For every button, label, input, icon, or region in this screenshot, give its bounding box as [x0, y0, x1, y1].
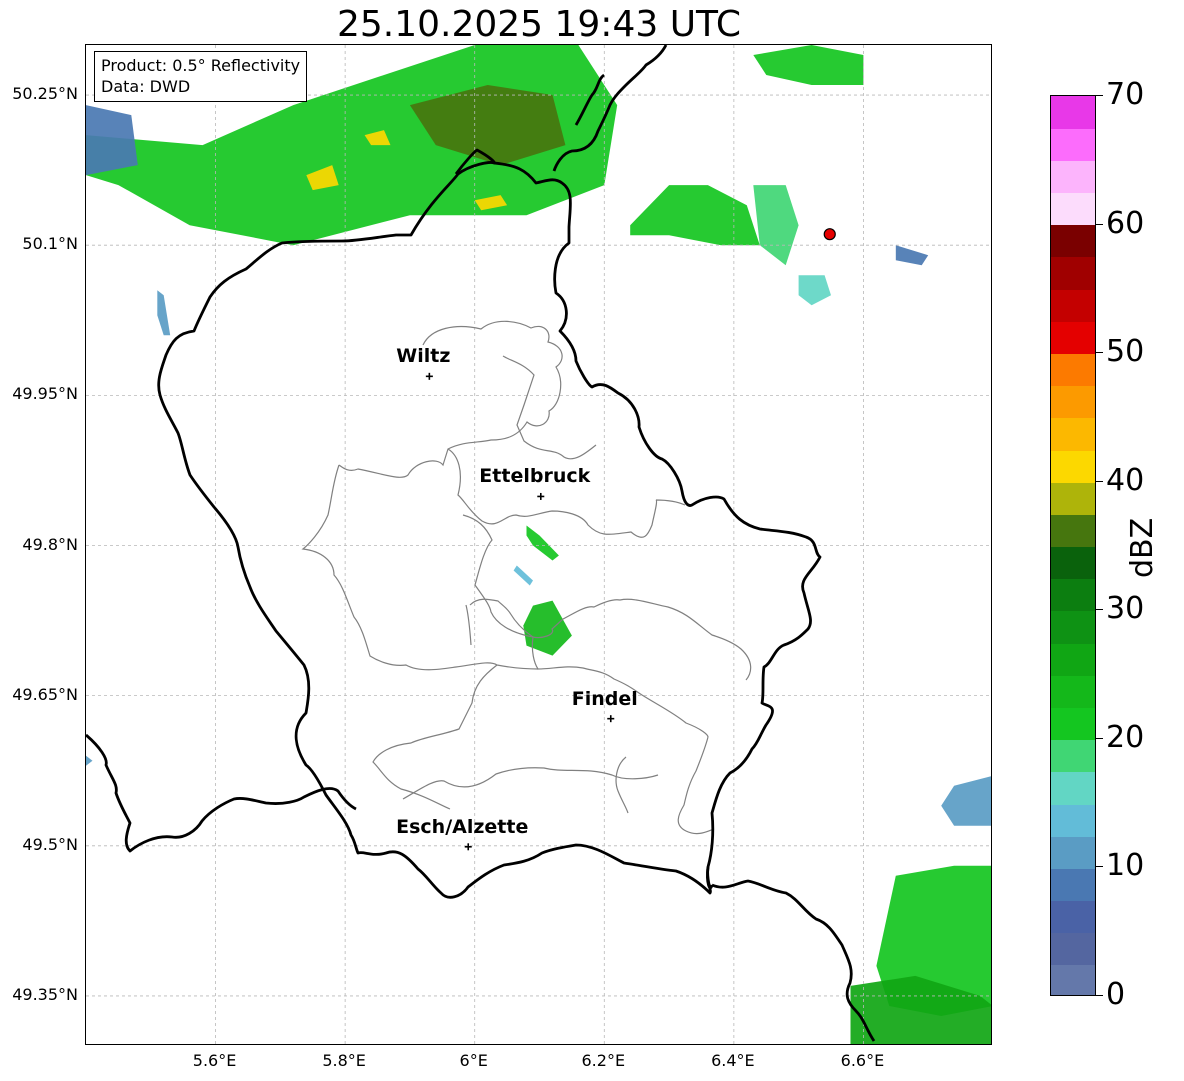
reflectivity-area	[798, 275, 831, 306]
city-label: Ettelbruck	[479, 465, 591, 488]
dbz-colorbar	[1050, 95, 1096, 996]
latitude-tick-label: 49.5°N	[22, 834, 78, 854]
colorbar-segment	[1051, 610, 1095, 644]
france-border	[86, 733, 357, 853]
colorbar-tick-mark	[1096, 995, 1103, 996]
reflectivity-layer	[86, 45, 991, 1044]
city-label: Esch/Alzette	[396, 815, 529, 838]
reflectivity-area	[753, 185, 799, 266]
longitude-tick-label: 6.6°E	[840, 1051, 885, 1070]
longitude-tick-label: 5.6°E	[192, 1051, 237, 1070]
colorbar-segment	[1051, 321, 1095, 355]
latitude-tick-label: 49.8°N	[22, 534, 78, 554]
city-label: Findel	[571, 687, 638, 710]
longitude-tick-label: 5.8°E	[322, 1051, 366, 1070]
latitude-tick-label: 49.35°N	[12, 984, 78, 1004]
colorbar-tick-label: 70	[1106, 77, 1145, 112]
reflectivity-area	[895, 245, 929, 266]
colorbar-tick-label: 40	[1106, 462, 1145, 498]
reflectivity-area	[526, 525, 559, 561]
colorbar-tick-label: 50	[1106, 334, 1145, 370]
colorbar-segment	[1051, 256, 1095, 290]
colorbar-tick-label: 0	[1106, 977, 1126, 1012]
canton-boundary	[469, 598, 534, 638]
longitude-tick-label: 6.2°E	[581, 1051, 626, 1070]
longitude-tick-label: 6.4°E	[711, 1051, 755, 1070]
product-label: Product: 0.5° Reflectivity	[101, 56, 301, 75]
latitude-tick-label: 50.1°N	[22, 234, 78, 254]
reflectivity-area	[157, 290, 171, 336]
reflectivity-area	[753, 45, 864, 85]
canton-boundary	[462, 514, 752, 681]
map-panel[interactable]	[85, 44, 992, 1045]
colorbar-tick-mark	[1096, 609, 1103, 611]
latitude-tick-label: 50.25°N	[12, 84, 78, 104]
colorbar-segment	[1051, 836, 1095, 869]
colorbar-tick-mark	[1096, 352, 1103, 354]
colorbar-segment	[1051, 514, 1095, 548]
radar-map[interactable]	[86, 45, 992, 1045]
city-markers	[425, 372, 615, 851]
city-marker	[464, 843, 472, 851]
colorbar-segment	[1051, 417, 1095, 451]
map-title: 25.10.2025 19:43 UTC	[336, 4, 742, 45]
longitude-tick-label: 6°E	[459, 1051, 488, 1070]
colorbar-segment	[1051, 224, 1095, 258]
colorbar-segment	[1051, 289, 1095, 322]
colorbar-segment	[1051, 192, 1095, 226]
colorbar-tick-label: 60	[1106, 205, 1145, 241]
colorbar-segment	[1051, 578, 1095, 612]
reflectivity-area	[86, 755, 93, 766]
colorbar-segment	[1051, 482, 1095, 515]
colorbar-segment	[1051, 771, 1095, 805]
colorbar-segment	[1051, 739, 1095, 773]
reflectivity-area	[523, 600, 572, 656]
colorbar-tick-mark	[1096, 223, 1103, 225]
colorbar-segment	[1051, 128, 1095, 161]
colorbar-tick-mark	[1096, 737, 1103, 739]
colorbar-segment	[1051, 96, 1095, 129]
product-info-box: Product: 0.5° Reflectivity Data: DWD	[94, 51, 308, 102]
colorbar-segment	[1051, 353, 1095, 387]
luxembourg-border	[157, 161, 822, 899]
reflectivity-area	[86, 105, 138, 176]
city-marker	[425, 372, 433, 380]
city-label: Wiltz	[396, 345, 451, 368]
canton-boundary	[338, 320, 563, 478]
data-source-label: Data: DWD	[101, 77, 191, 96]
reflectivity-area	[630, 185, 760, 246]
colorbar-segment	[1051, 643, 1095, 676]
latitude-tick-label: 49.65°N	[12, 684, 78, 704]
city-marker	[607, 715, 615, 723]
latitude-tick-label: 49.95°N	[12, 384, 78, 404]
reflectivity-area	[513, 565, 533, 586]
colorbar-segment	[1051, 964, 1095, 995]
colorbar-segment	[1051, 546, 1095, 580]
colorbar-segment	[1051, 900, 1095, 934]
colorbar-segment	[1051, 932, 1095, 966]
germany-border	[711, 879, 876, 1042]
colorbar-tick-label: 20	[1106, 719, 1145, 755]
reflectivity-area	[941, 776, 991, 826]
canton-boundary	[447, 448, 686, 538]
canton-boundary	[372, 664, 498, 810]
colorbar-unit-label: dBZ	[1125, 517, 1160, 578]
colorbar-segment	[1051, 385, 1095, 419]
colorbar-segment	[1051, 449, 1095, 483]
canton-boundary	[301, 464, 539, 671]
colorbar-segment	[1051, 868, 1095, 902]
city-marker	[537, 492, 545, 500]
colorbar-tick-mark	[1096, 95, 1103, 96]
radar-site-marker[interactable]	[823, 228, 836, 241]
colorbar-segment	[1051, 803, 1095, 837]
colorbar-tick-label: 10	[1106, 848, 1145, 884]
germany-border	[706, 866, 714, 890]
colorbar-segment	[1051, 160, 1095, 194]
colorbar-tick-mark	[1096, 480, 1103, 482]
colorbar-segment	[1051, 675, 1095, 708]
colorbar-tick-mark	[1096, 866, 1103, 868]
colorbar-tick-label: 30	[1106, 591, 1145, 627]
colorbar-segment	[1051, 707, 1095, 741]
canton-boundary	[615, 736, 715, 835]
